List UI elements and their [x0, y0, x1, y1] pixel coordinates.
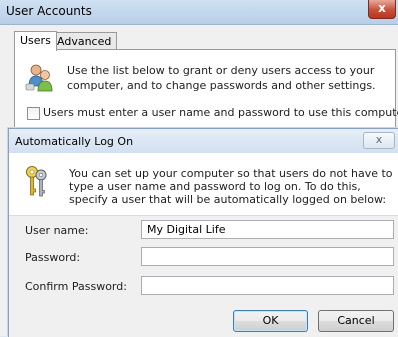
tab-advanced[interactable]: Advanced: [51, 32, 118, 50]
password-input[interactable]: [141, 247, 394, 266]
tab-users[interactable]: Users: [14, 31, 57, 51]
cancel-button[interactable]: Cancel: [318, 310, 394, 332]
dialog-body: You can set up your computer so that use…: [9, 153, 398, 337]
users-description: Use the list below to grant or deny user…: [67, 64, 376, 92]
confirm-password-input[interactable]: [141, 276, 394, 295]
user-name-label: User name:: [25, 224, 89, 237]
dialog-header: You can set up your computer so that use…: [9, 153, 398, 216]
close-button[interactable]: x: [368, 0, 396, 19]
user-name-input[interactable]: [141, 220, 394, 239]
user-accounts-titlebar[interactable]: User Accounts x: [0, 0, 398, 25]
dialog-title: Automatically Log On: [15, 135, 134, 148]
users-icon: [25, 64, 53, 92]
ok-button[interactable]: OK: [233, 310, 308, 332]
dialog-description: You can set up your computer so that use…: [69, 167, 393, 206]
confirm-password-label: Confirm Password:: [25, 280, 127, 293]
dialog-close-button[interactable]: x: [363, 132, 395, 149]
auto-logon-dialog: Automatically Log On x You can set up yo…: [8, 128, 398, 337]
require-login-checkbox[interactable]: [27, 107, 40, 120]
window-title: User Accounts: [6, 4, 92, 18]
require-login-label: Users must enter a user name and passwor…: [43, 106, 398, 119]
keys-icon: [26, 166, 47, 197]
password-label: Password:: [25, 251, 81, 264]
dialog-titlebar[interactable]: Automatically Log On x: [9, 129, 398, 153]
